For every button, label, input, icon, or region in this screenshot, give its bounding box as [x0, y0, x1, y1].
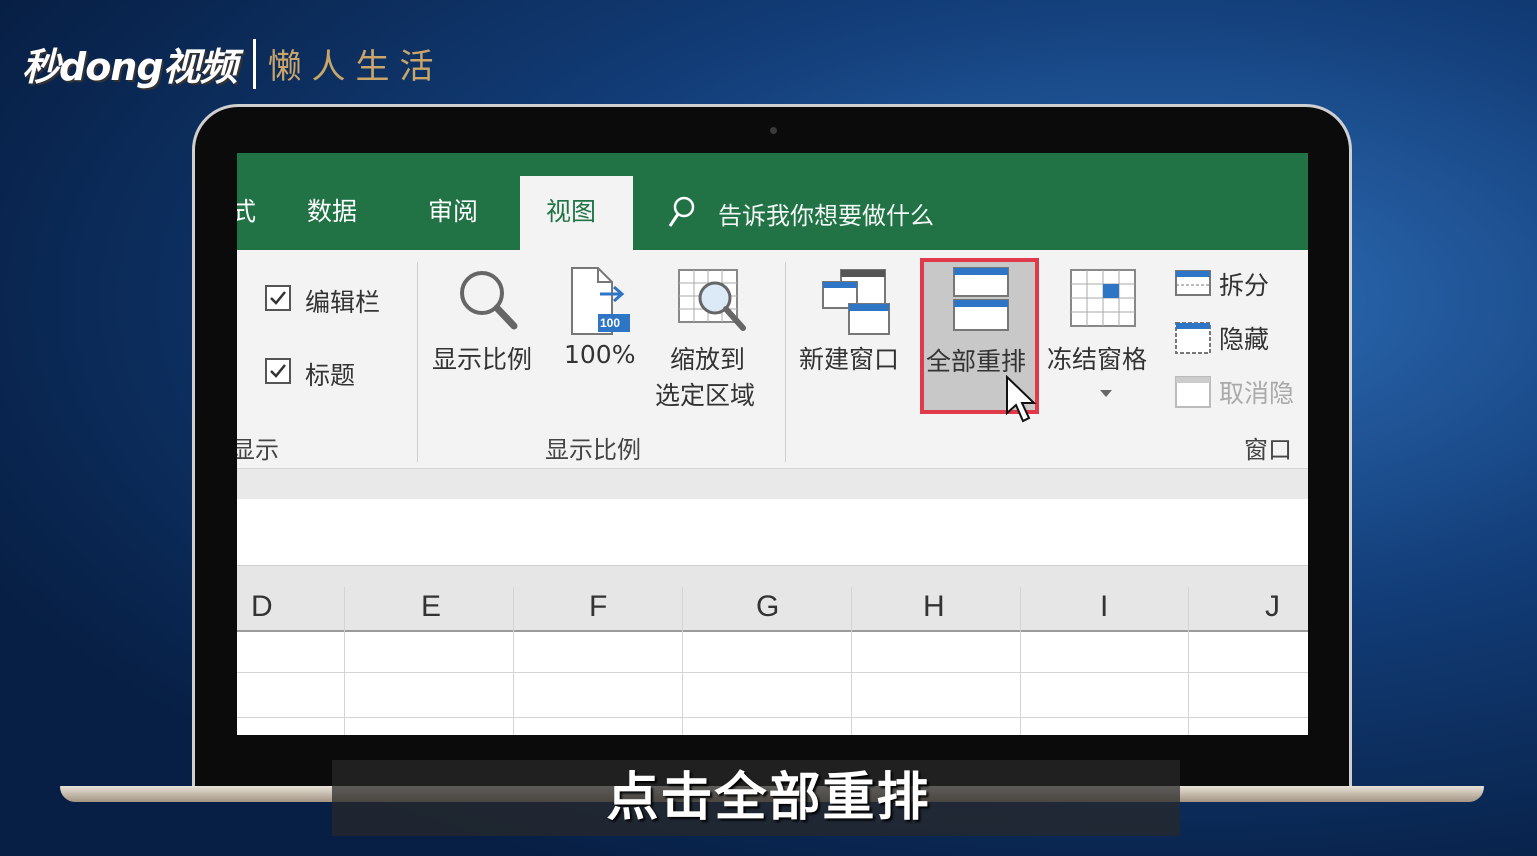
group-divider: [785, 262, 786, 462]
grid-line: [1188, 587, 1189, 735]
logo-divider: [252, 38, 256, 89]
tab-view[interactable]: 视图: [520, 176, 633, 250]
tab-review[interactable]: 审阅: [428, 192, 478, 228]
logo-text: 秒dong视频: [22, 45, 238, 89]
magnifier-icon: [460, 271, 518, 330]
zoom-button[interactable]: 显示比例: [432, 264, 547, 374]
show-group-label: 显示: [237, 436, 279, 464]
zoom-label: 显示比例: [432, 345, 533, 374]
camera-icon: [770, 127, 777, 134]
new-window-button[interactable]: 新建窗口: [797, 264, 912, 374]
freeze-panes-button[interactable]: 冻结窗格: [1047, 264, 1162, 414]
freeze-panes-icon: [1070, 269, 1136, 327]
mouse-pointer-icon: [1006, 375, 1037, 423]
excel-window: 式 数据 审阅 视图 告诉我你想要做什么 编辑栏 标题 显示 显示比例 100 …: [237, 153, 1308, 735]
zoom-group-label: 显示比例: [545, 436, 641, 464]
headings-checkbox[interactable]: [265, 358, 291, 384]
new-window-label: 新建窗口: [799, 345, 900, 374]
hide-window-icon: [1175, 322, 1211, 354]
video-logo: 秒dong视频 懒人生活: [22, 36, 444, 91]
tab-format-partial[interactable]: 式: [237, 192, 256, 228]
split-button[interactable]: 拆分: [1175, 266, 1305, 302]
column-header[interactable]: J: [1265, 590, 1280, 624]
video-subtitle: 点击全部重排: [606, 768, 931, 828]
grid-line: [1020, 587, 1021, 735]
group-divider: [417, 262, 418, 462]
hide-button[interactable]: 隐藏: [1175, 320, 1305, 356]
zoom-selection-label-1: 缩放到: [670, 345, 746, 374]
zoom-to-selection-button[interactable]: 缩放到 选定区域: [652, 264, 772, 414]
split-icon: [1175, 270, 1211, 296]
zoom-selection-label-2: 选定区域: [655, 381, 756, 410]
freeze-panes-label: 冻结窗格: [1047, 345, 1148, 374]
column-header[interactable]: E: [421, 590, 441, 624]
tab-data[interactable]: 数据: [307, 192, 357, 228]
new-window-icon: [822, 269, 890, 335]
grid-line: [682, 587, 683, 735]
formula-bar-label: 编辑栏: [305, 288, 381, 317]
formula-bar-checkbox[interactable]: [265, 285, 291, 311]
grid-line: [237, 717, 1308, 718]
unhide-label: 取消隐: [1219, 379, 1295, 408]
grid-line: [344, 587, 345, 735]
arrange-all-label: 全部重排: [926, 347, 1027, 376]
unhide-button: 取消隐: [1175, 374, 1308, 410]
arrange-all-icon: [953, 267, 1009, 331]
lightbulb-search-icon[interactable]: [667, 196, 695, 230]
page-100-badge: 100: [600, 316, 621, 330]
tab-view-label: 视图: [546, 197, 597, 226]
split-label: 拆分: [1219, 271, 1270, 300]
ribbon-bottom-band: [237, 469, 1308, 499]
ribbon-tab-bar: 式 数据 审阅 视图 告诉我你想要做什么: [237, 153, 1308, 250]
headings-label: 标题: [305, 361, 356, 390]
grid-line: [851, 587, 852, 735]
ribbon-view: 编辑栏 标题 显示 显示比例 100 100% 缩放到 选定区域 显示比例 新建…: [237, 250, 1308, 469]
column-header[interactable]: H: [923, 590, 945, 624]
column-header[interactable]: G: [756, 590, 779, 624]
column-header-row: D E F G H I J: [237, 565, 1308, 632]
grid-line: [237, 672, 1308, 673]
grid-line: [513, 587, 514, 735]
window-group-label: 窗口: [1244, 436, 1292, 464]
check-icon: [270, 364, 286, 378]
tell-me-search[interactable]: 告诉我你想要做什么: [718, 196, 934, 231]
hide-label: 隐藏: [1219, 325, 1270, 354]
check-icon: [270, 291, 286, 305]
column-header[interactable]: D: [251, 590, 273, 624]
chevron-down-icon: [1100, 390, 1112, 397]
zoom-100-button[interactable]: 100 100%: [562, 264, 642, 374]
zoom-100-label: 100%: [564, 340, 636, 369]
column-header[interactable]: I: [1100, 590, 1108, 624]
unhide-window-icon: [1175, 376, 1211, 408]
column-header[interactable]: F: [589, 590, 607, 624]
channel-name: 懒人生活: [267, 47, 444, 87]
zoom-selection-icon: [678, 269, 746, 331]
